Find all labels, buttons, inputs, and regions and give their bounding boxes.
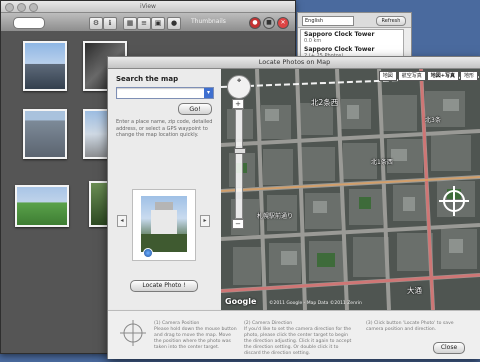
tip-camera-direction: (2) Camera Direction If you'd like to se… [244, 321, 356, 357]
tip-locate-photo: (3) Click button 'Locate Photo' to save … [366, 321, 470, 333]
back-search-field[interactable] [13, 17, 45, 29]
next-photo-button[interactable]: ▸ [200, 215, 210, 227]
thumbnail-park[interactable] [15, 185, 69, 227]
locate-photos-dialog: Locate Photos on Map Search the map ▾ Go… [107, 56, 480, 359]
map-type-selector: 地図 航空写真 地図+写真 地形 [378, 71, 478, 81]
map-label-odori: 大通 [407, 286, 422, 295]
info-icon[interactable]: ℹ [103, 17, 117, 30]
place-title: Sapporo Clock Tower [304, 31, 375, 38]
zoom-slider[interactable] [234, 109, 246, 219]
thumbnail-tv-tower[interactable] [23, 41, 67, 91]
google-logo: Google [225, 297, 257, 306]
tip-body: Please hold down the mouse button and dr… [154, 327, 237, 350]
close-window-icon[interactable] [5, 3, 14, 12]
map-label-road: 札幌駅前通り [257, 213, 294, 220]
close-button[interactable]: Close [433, 342, 465, 354]
aerial-map-image [221, 69, 480, 310]
map-copyright: ©2011 Google - Map Data ©2011 Zenrin [269, 301, 362, 306]
zoom-out-button[interactable]: − [232, 219, 244, 229]
dialog-title: Locate Photos on Map [108, 57, 480, 69]
center-target-crosshair[interactable] [439, 186, 469, 216]
pan-arrows-icon: ✥ [237, 78, 242, 84]
search-help-text: Enter a place name, zip code, detailed a… [116, 119, 213, 138]
view-mode-label: Thumbnails [191, 18, 226, 25]
map-pan-control[interactable]: ✥ [227, 75, 251, 99]
locate-photo-button[interactable]: Locate Photo ! [130, 280, 198, 292]
delete-icon[interactable]: ✕ [277, 17, 289, 29]
thumbnail-building[interactable] [23, 109, 67, 159]
instructions-panel: (1) Camera Position Please hold down the… [108, 310, 480, 359]
photo-browser-title: iView [140, 3, 156, 10]
grid-view-icon[interactable]: ▦ [123, 17, 137, 30]
dropdown-arrow-icon[interactable]: ▾ [204, 88, 213, 98]
tip-heading: (3) Click button 'Locate Photo' to save … [366, 321, 454, 332]
map-type-terrain[interactable]: 地形 [459, 71, 478, 81]
list-view-icon[interactable]: ≡ [137, 17, 151, 30]
map-label-sub2: 北3条 [425, 117, 441, 124]
zoom-slider-handle[interactable] [234, 148, 246, 154]
record-icon[interactable]: ● [249, 17, 261, 29]
stop-icon[interactable]: ■ [263, 17, 275, 29]
place-title: Sapporo Clock Tower [304, 46, 375, 53]
map-label-sub1: 北1条西 [371, 159, 393, 166]
info-panel-toolbar: English Refresh [298, 13, 411, 28]
location-globe-icon [143, 248, 153, 258]
place-detail: 0.0 km [304, 38, 322, 44]
zoom-window-icon[interactable] [29, 3, 38, 12]
minimize-window-icon[interactable] [17, 3, 26, 12]
settings-gear-icon[interactable]: ⚙ [89, 17, 103, 30]
refresh-button[interactable]: Refresh [376, 16, 406, 26]
map-label-district: 北2条西 [311, 98, 339, 107]
map-type-hybrid[interactable]: 地図+写真 [426, 71, 459, 81]
photo-browser-toolbar: ⚙ ℹ ▦ ≡ ▣ ● Thumbnails ● ■ ✕ [1, 13, 295, 32]
globe-icon[interactable]: ● [167, 17, 181, 30]
map-type-map[interactable]: 地図 [378, 71, 397, 81]
list-item[interactable]: Sapporo Clock Tower 0.0 km [301, 30, 403, 45]
language-select[interactable]: English [302, 16, 354, 26]
go-button[interactable]: Go! [178, 103, 212, 115]
camera-target-icon [120, 320, 146, 346]
zoom-in-button[interactable]: + [232, 99, 244, 109]
photo-view-icon[interactable]: ▣ [151, 17, 165, 30]
search-map-label: Search the map [116, 75, 179, 83]
tip-camera-position: (1) Camera Position Please hold down the… [154, 321, 238, 351]
window-controls [5, 3, 38, 12]
map-view[interactable]: 地図 航空写真 地図+写真 地形 ✥ + − 北2条西 札幌駅前通り 大通 北1… [221, 69, 480, 310]
photo-browser-titlebar: iView [1, 1, 295, 13]
search-map-input[interactable]: ▾ [116, 87, 214, 99]
photo-preview [132, 189, 196, 261]
previous-photo-button[interactable]: ◂ [117, 215, 127, 227]
dialog-left-panel: Search the map ▾ Go! Enter a place name,… [108, 69, 221, 309]
map-type-satellite[interactable]: 航空写真 [397, 71, 426, 81]
tip-body: If you'd like to set the camera directio… [244, 327, 352, 356]
